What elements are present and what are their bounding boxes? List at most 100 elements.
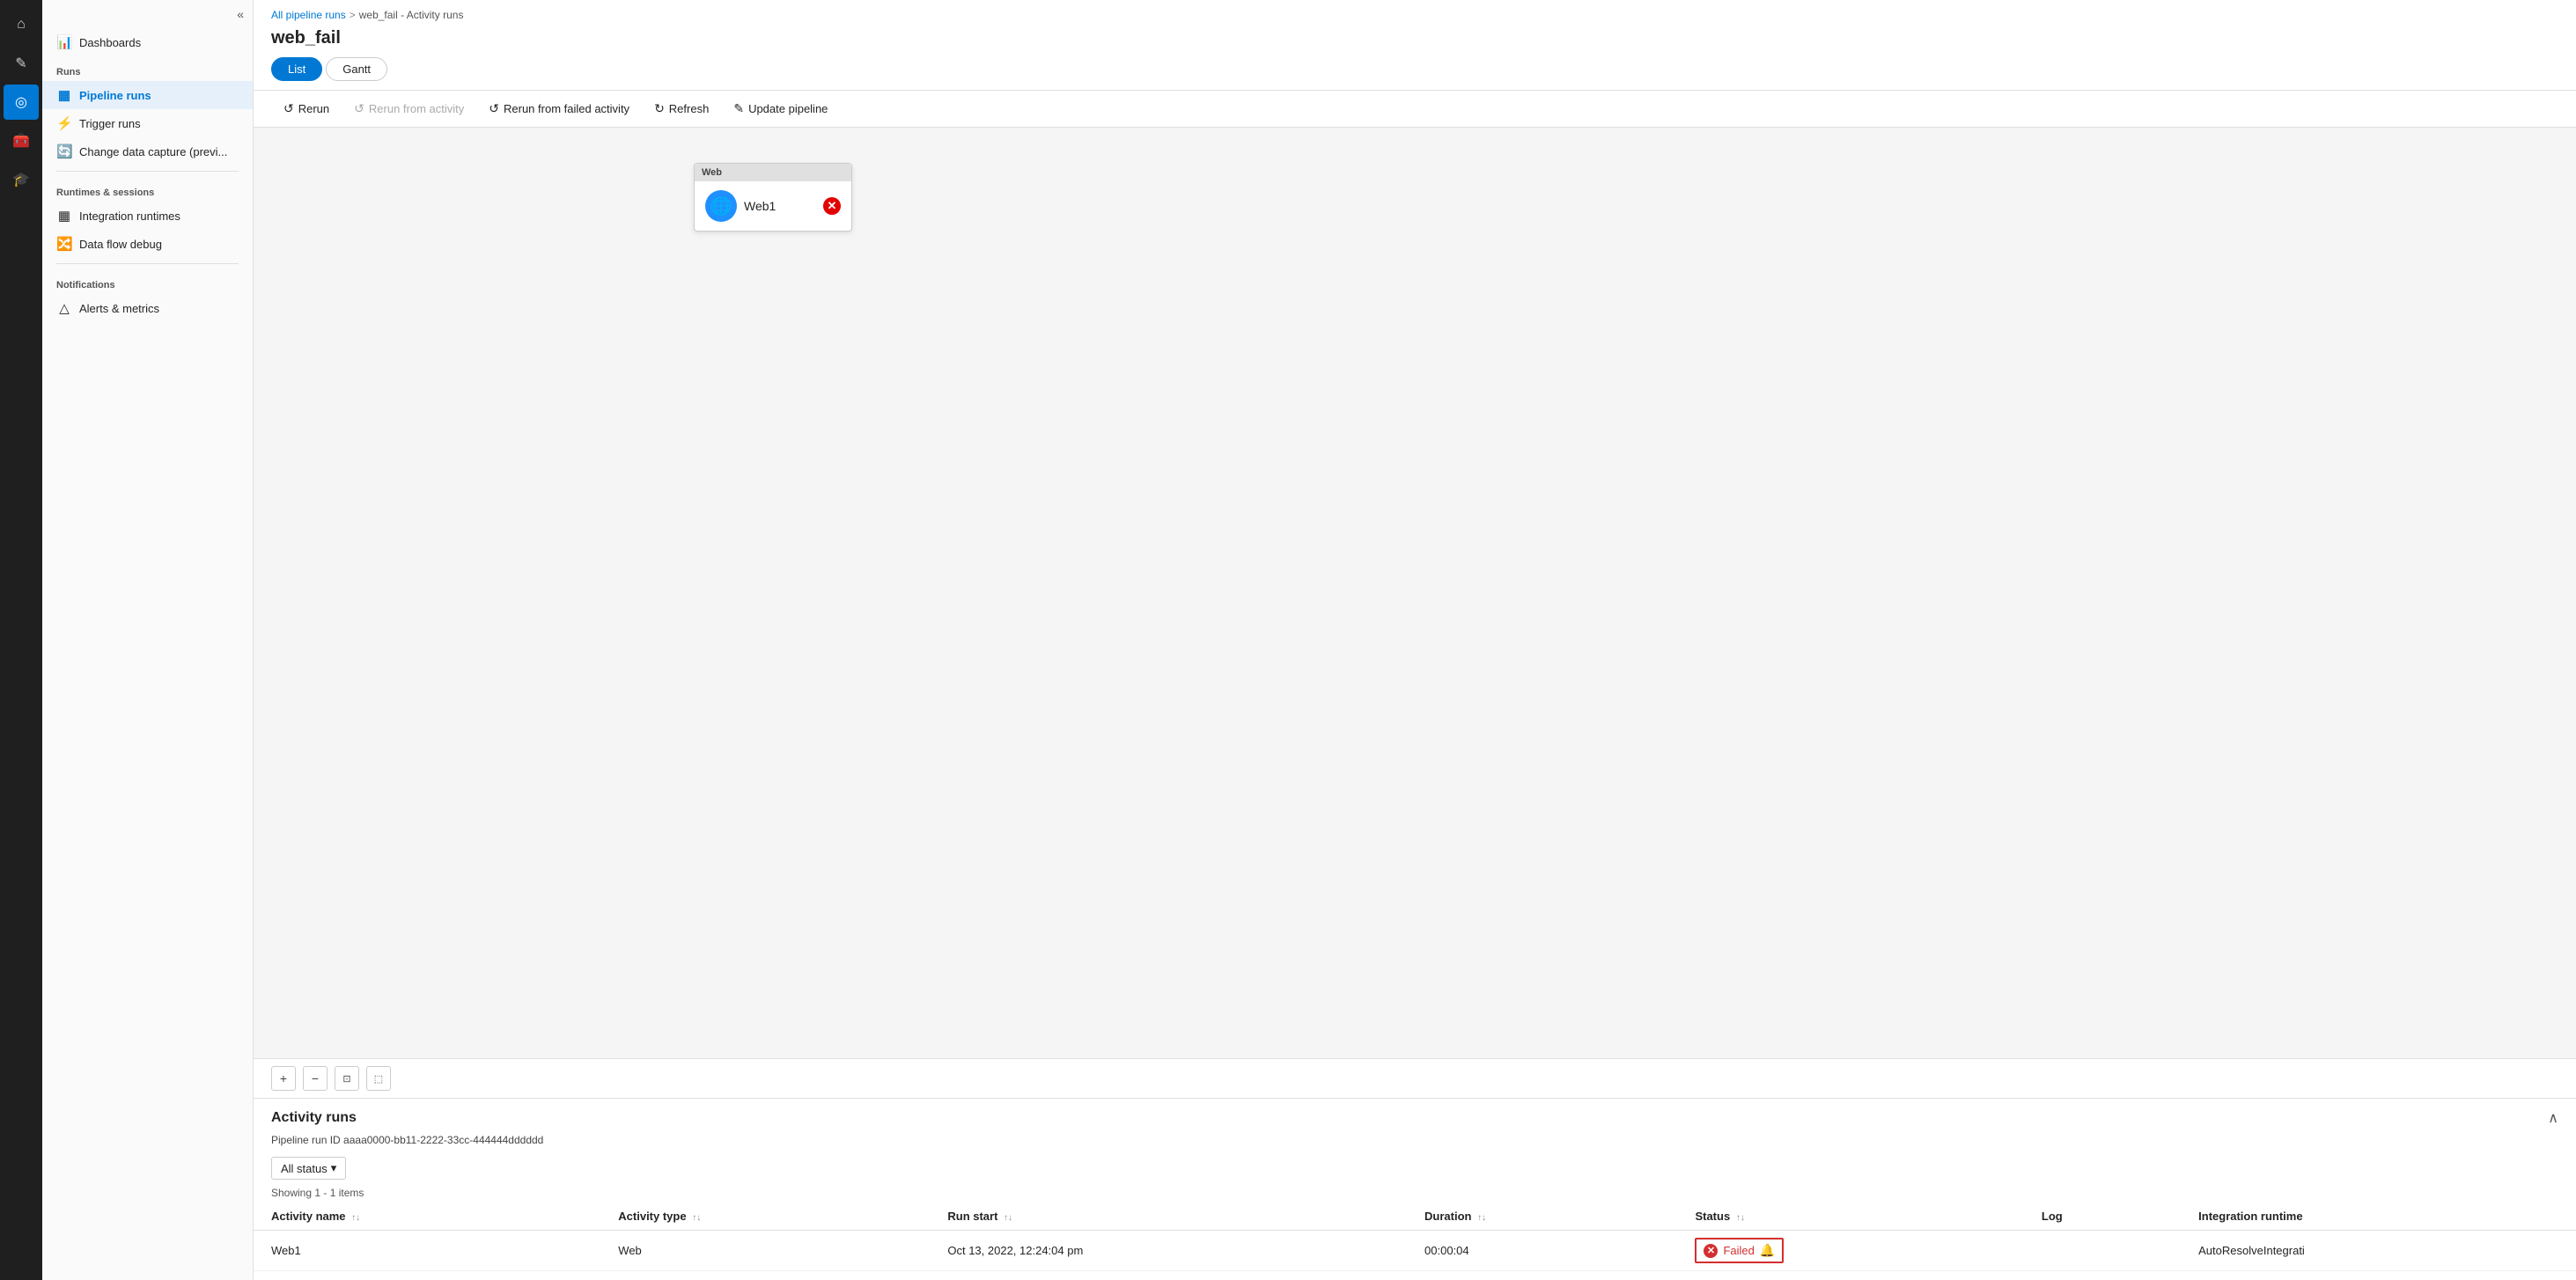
sidebar: « 📊 Dashboards Runs ▦ Pipeline runs ⚡ Tr… — [42, 0, 254, 1280]
cell-integration-runtime: AutoResolveIntegrati — [2181, 1231, 2576, 1271]
runtimes-section-label: Runtimes & sessions — [42, 177, 253, 202]
sidebar-item-pipeline-runs[interactable]: ▦ Pipeline runs — [42, 81, 253, 109]
sort-icon-activity-name: ↑↓ — [351, 1213, 360, 1223]
status-log-icon[interactable]: 🔔 — [1760, 1243, 1775, 1258]
filter-bar: All status ▾ — [254, 1151, 2576, 1185]
alerts-icon: △ — [56, 300, 72, 316]
activity-runs-section: Activity runs ∧ Pipeline run ID aaaa0000… — [254, 1098, 2576, 1280]
briefcase-icon[interactable]: 🧰 — [4, 123, 39, 158]
sidebar-item-label: Dashboards — [79, 36, 141, 49]
dashboards-icon: 📊 — [56, 34, 72, 50]
pipeline-run-id: Pipeline run ID aaaa0000-bb11-2222-33cc-… — [254, 1132, 2576, 1151]
main-content: All pipeline runs > web_fail - Activity … — [254, 0, 2576, 1280]
sidebar-item-change-data-capture[interactable]: 🔄 Change data capture (previ... — [42, 137, 253, 166]
integration-runtimes-icon: ▦ — [56, 208, 72, 224]
page-title: web_fail — [254, 25, 2576, 57]
tab-gantt[interactable]: Gantt — [326, 57, 387, 81]
col-activity-type[interactable]: Activity type ↑↓ — [600, 1203, 930, 1231]
col-log: Log — [2024, 1203, 2181, 1231]
toolbar: ↺ Rerun ↺ Rerun from activity ↺ Rerun fr… — [254, 90, 2576, 128]
activity-runs-table-wrap: Activity name ↑↓ Activity type ↑↓ Run st… — [254, 1203, 2576, 1280]
sidebar-item-label: Change data capture (previ... — [79, 145, 227, 158]
monitor-icon[interactable]: ◎ — [4, 85, 39, 120]
sidebar-item-dashboards[interactable]: 📊 Dashboards — [42, 28, 253, 56]
home-icon[interactable]: ⌂ — [4, 7, 39, 42]
rerun-from-activity-label: Rerun from activity — [369, 102, 464, 115]
pipeline-runs-icon: ▦ — [56, 87, 72, 103]
divider-2 — [56, 263, 239, 264]
showing-count: Showing 1 - 1 items — [254, 1185, 2576, 1203]
status-failed-icon: ✕ — [1704, 1244, 1718, 1258]
cell-duration: 00:00:04 — [1407, 1231, 1677, 1271]
rerun-from-activity-icon: ↺ — [354, 101, 364, 116]
breadcrumb: All pipeline runs > web_fail - Activity … — [254, 0, 2576, 25]
table-header-row: Activity name ↑↓ Activity type ↑↓ Run st… — [254, 1203, 2576, 1231]
status-failed-label: Failed — [1723, 1244, 1754, 1257]
breadcrumb-separator: > — [350, 9, 356, 21]
rerun-button[interactable]: ↺ Rerun — [271, 96, 342, 121]
sort-icon-duration: ↑↓ — [1477, 1213, 1486, 1223]
col-run-start[interactable]: Run start ↑↓ — [930, 1203, 1407, 1231]
update-pipeline-label: Update pipeline — [748, 102, 828, 115]
update-pipeline-button[interactable]: ✎ Update pipeline — [721, 96, 840, 121]
status-cell-wrapper: ✕ Failed 🔔 — [1695, 1238, 1784, 1263]
status-filter-dropdown[interactable]: All status ▾ — [271, 1157, 346, 1180]
rerun-from-activity-button[interactable]: ↺ Rerun from activity — [342, 96, 476, 121]
graduation-icon[interactable]: 🎓 — [4, 162, 39, 197]
sidebar-item-label: Integration runtimes — [79, 210, 180, 223]
update-pipeline-icon: ✎ — [733, 101, 744, 116]
col-status[interactable]: Status ↑↓ — [1677, 1203, 2023, 1231]
node-card-body: 🌐 Web1 ✕ — [695, 181, 851, 231]
col-duration[interactable]: Duration ↑↓ — [1407, 1203, 1677, 1231]
col-activity-name[interactable]: Activity name ↑↓ — [254, 1203, 600, 1231]
zoom-in-button[interactable]: + — [271, 1066, 296, 1091]
sidebar-item-data-flow-debug[interactable]: 🔀 Data flow debug — [42, 230, 253, 258]
tab-list[interactable]: List — [271, 57, 322, 81]
activity-runs-title: Activity runs — [271, 1110, 357, 1126]
sidebar-item-label: Data flow debug — [79, 238, 162, 251]
sidebar-item-alerts-metrics[interactable]: △ Alerts & metrics — [42, 294, 253, 322]
collapse-activity-runs-button[interactable]: ∧ — [2548, 1109, 2558, 1127]
sidebar-collapse: « — [42, 0, 253, 28]
sidebar-item-label: Trigger runs — [79, 117, 141, 130]
filter-label: All status — [281, 1162, 328, 1175]
cell-status: ✕ Failed 🔔 — [1677, 1231, 2023, 1271]
breadcrumb-link[interactable]: All pipeline runs — [271, 9, 346, 21]
activity-runs-table: Activity name ↑↓ Activity type ↑↓ Run st… — [254, 1203, 2576, 1271]
refresh-label: Refresh — [669, 102, 710, 115]
filter-chevron-icon: ▾ — [331, 1161, 337, 1175]
canvas-controls: + − ⊡ ⬚ — [254, 1058, 2576, 1098]
cell-log — [2024, 1231, 2181, 1271]
sidebar-item-label: Pipeline runs — [79, 89, 151, 102]
sort-icon-run-start: ↑↓ — [1004, 1213, 1012, 1223]
zoom-reset-button[interactable]: ⬚ — [366, 1066, 391, 1091]
zoom-fit-button[interactable]: ⊡ — [335, 1066, 359, 1091]
cell-run-start: Oct 13, 2022, 12:24:04 pm — [930, 1231, 1407, 1271]
collapse-sidebar-button[interactable]: « — [237, 7, 244, 21]
rerun-from-failed-activity-button[interactable]: ↺ Rerun from failed activity — [476, 96, 642, 121]
runs-section-label: Runs — [42, 56, 253, 81]
breadcrumb-current: web_fail - Activity runs — [359, 9, 464, 21]
icon-bar: ⌂ ✎ ◎ 🧰 🎓 — [0, 0, 42, 1280]
sidebar-item-trigger-runs[interactable]: ⚡ Trigger runs — [42, 109, 253, 137]
refresh-button[interactable]: ↻ Refresh — [642, 96, 721, 121]
sort-icon-activity-type: ↑↓ — [692, 1213, 701, 1223]
rerun-from-failed-label: Rerun from failed activity — [504, 102, 629, 115]
canvas-area[interactable]: Web 🌐 Web1 ✕ + − ⊡ ⬚ — [254, 128, 2576, 1098]
rerun-icon: ↺ — [283, 101, 294, 116]
data-flow-icon: 🔀 — [56, 236, 72, 252]
cell-activity-name: Web1 — [254, 1231, 600, 1271]
cell-activity-type: Web — [600, 1231, 930, 1271]
edit-icon[interactable]: ✎ — [4, 46, 39, 81]
sidebar-item-integration-runtimes[interactable]: ▦ Integration runtimes — [42, 202, 253, 230]
col-integration-runtime: Integration runtime — [2181, 1203, 2576, 1231]
node-card-web1[interactable]: Web 🌐 Web1 ✕ — [694, 163, 852, 232]
node-card-header: Web — [695, 164, 851, 181]
tab-bar: List Gantt — [254, 57, 2576, 90]
table-row: Web1 Web Oct 13, 2022, 12:24:04 pm 00:00… — [254, 1231, 2576, 1271]
refresh-icon: ↻ — [654, 101, 665, 116]
rerun-from-failed-icon: ↺ — [489, 101, 499, 116]
node-globe-icon: 🌐 — [705, 190, 737, 222]
node-name: Web1 — [744, 199, 816, 213]
zoom-out-button[interactable]: − — [303, 1066, 328, 1091]
